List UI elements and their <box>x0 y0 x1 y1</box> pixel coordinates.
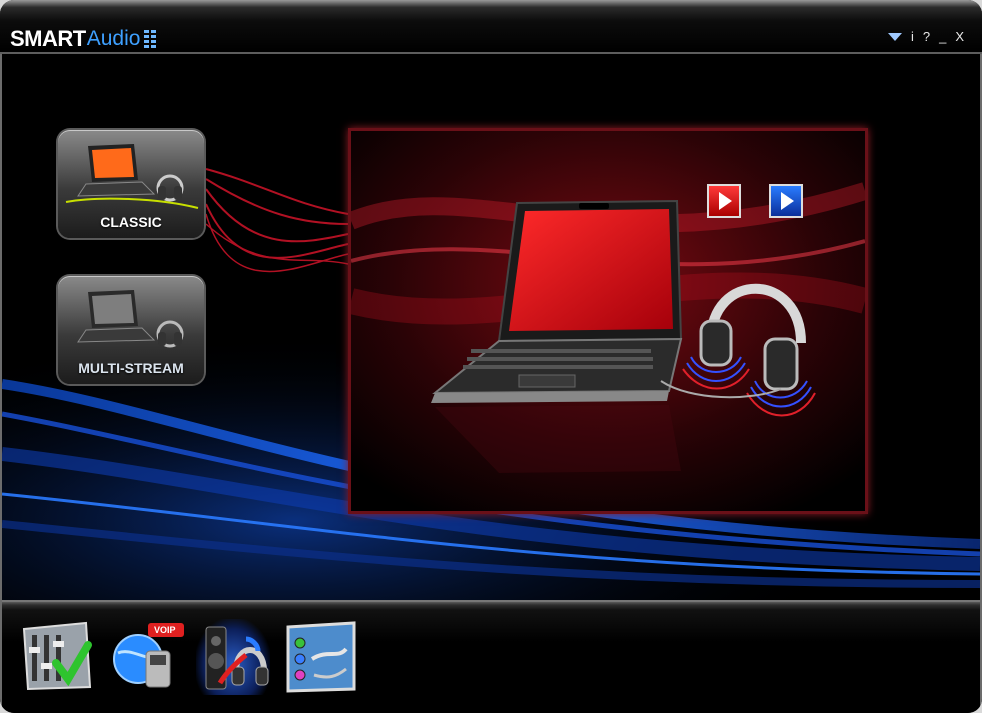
info-button[interactable]: i <box>911 30 914 44</box>
bottom-toolbar: VOIP <box>2 600 980 713</box>
window-controls: i ? _ X <box>887 30 964 44</box>
voip-tool-button[interactable]: VOIP <box>108 619 184 695</box>
logo-bars-icon <box>144 30 157 48</box>
classic-label: CLASSIC <box>100 214 162 230</box>
title-bar[interactable]: SMART Audio i ? _ X <box>0 0 982 54</box>
smartaudio-window: SMART Audio i ? _ X CLASSIC MULTI-STREAM… <box>0 0 982 713</box>
menu-triangle-icon[interactable] <box>887 33 902 41</box>
speaker-headphones-icon <box>205 626 269 690</box>
minimize-button[interactable]: _ <box>939 30 946 44</box>
classic-mode-button[interactable]: CLASSIC <box>58 130 204 238</box>
laptop-headphones-icon <box>77 290 184 348</box>
voip-badge: VOIP <box>154 625 176 635</box>
multi-stream-mode-button[interactable]: MULTI-STREAM <box>58 276 204 384</box>
red-play-button[interactable] <box>707 184 741 218</box>
logo-smart-text: SMART <box>10 26 86 51</box>
red-connector-lines <box>205 168 349 273</box>
main-area: CLASSIC MULTI-STREAM <box>2 54 980 600</box>
equalizer-tool-button[interactable] <box>20 619 94 695</box>
equalizer-check-icon <box>22 621 92 691</box>
audio-jacks-icon <box>286 621 356 693</box>
multi-stream-label: MULTI-STREAM <box>78 360 184 376</box>
voip-globe-icon <box>113 623 184 688</box>
laptop-headphones-icon <box>65 144 199 209</box>
audio-jacks-tool-button[interactable] <box>284 619 358 695</box>
help-button[interactable]: ? <box>923 30 930 44</box>
close-button[interactable]: X <box>955 30 964 44</box>
app-logo: SMART Audio <box>10 24 157 51</box>
speaker-headphones-tool-button[interactable] <box>196 619 270 695</box>
preview-panel <box>348 128 868 514</box>
blue-play-button[interactable] <box>769 184 803 218</box>
logo-audio-text: Audio <box>86 27 141 50</box>
